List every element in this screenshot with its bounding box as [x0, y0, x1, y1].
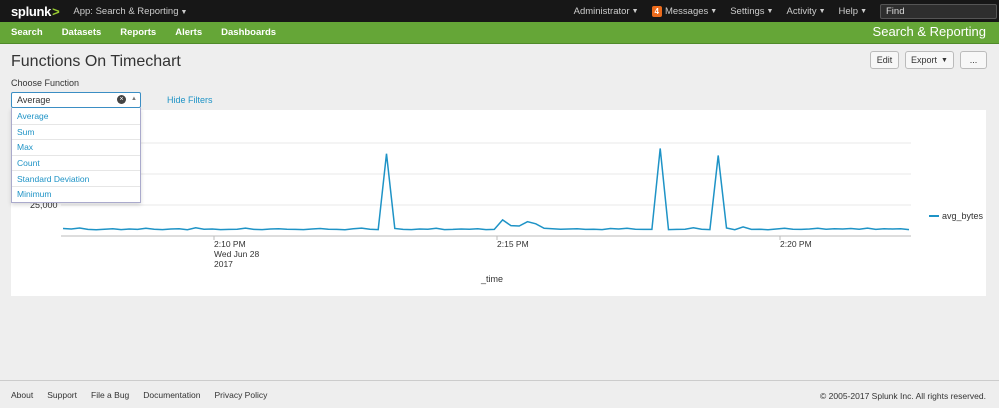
x-tick-label: 2:15 PM: [497, 239, 529, 249]
nav-alerts[interactable]: Alerts: [175, 27, 202, 38]
hide-filters-link[interactable]: Hide Filters: [167, 95, 213, 105]
x-axis-label: _time: [480, 274, 503, 284]
function-dropdown[interactable]: Average × ▲ Average Sum Max Count Standa…: [11, 92, 141, 203]
top-bar: splunk> App: Search & Reporting ▼ Adminis…: [0, 0, 999, 22]
messages-menu[interactable]: 4 Messages ▼: [651, 5, 718, 17]
x-tick-label: 2:20 PM: [780, 239, 812, 249]
nav-dashboards[interactable]: Dashboards: [221, 27, 276, 38]
choose-function-label: Choose Function: [11, 78, 80, 88]
series-line-avg-bytes: [62, 148, 910, 231]
clear-icon[interactable]: ×: [117, 95, 126, 104]
app-title: Search & Reporting: [872, 24, 986, 39]
settings-menu[interactable]: Settings ▼: [730, 6, 773, 17]
chevron-down-icon: ▼: [631, 7, 639, 15]
function-options-list: Average Sum Max Count Standard Deviation…: [11, 108, 141, 203]
timechart: 25,000 2:10 PMWed Jun 2820172:15 PM 2:20 …: [30, 142, 984, 284]
footer-link-support[interactable]: Support: [47, 390, 77, 400]
selected-function: Average: [17, 95, 51, 105]
admin-menu[interactable]: Administrator ▼: [574, 6, 639, 17]
edit-button[interactable]: Edit: [870, 51, 899, 69]
app-nav-bar: Search Datasets Reports Alerts Dashboard…: [0, 22, 999, 44]
option-minimum[interactable]: Minimum: [12, 185, 140, 202]
option-sum[interactable]: Sum: [12, 123, 140, 140]
chevron-down-icon: ▼: [710, 7, 718, 15]
copyright: © 2005-2017 Splunk Inc. All rights reser…: [820, 391, 986, 401]
x-ticks: 2:10 PMWed Jun 282017 2:15 PM 2:20 PM: [213, 236, 812, 269]
chevron-down-icon: ▼: [180, 8, 188, 16]
function-select[interactable]: Average × ▲: [11, 92, 141, 108]
nav-reports[interactable]: Reports: [120, 27, 156, 38]
export-button[interactable]: Export ▼: [905, 51, 954, 69]
footer-link-privacy-policy[interactable]: Privacy Policy: [214, 390, 267, 400]
activity-menu[interactable]: Activity ▼: [786, 6, 825, 17]
footer-link-documentation[interactable]: Documentation: [143, 390, 200, 400]
chevron-down-icon: ▼: [818, 7, 826, 15]
option-count[interactable]: Count: [12, 154, 140, 171]
splunk-logo[interactable]: splunk>: [11, 4, 60, 19]
chevron-up-icon[interactable]: ▲: [131, 96, 137, 102]
footer: About Support File a Bug Documentation P…: [0, 380, 999, 408]
option-max[interactable]: Max: [12, 139, 140, 155]
messages-count-badge: 4: [651, 5, 662, 17]
page-title: Functions On Timechart: [11, 53, 181, 70]
option-average[interactable]: Average: [12, 108, 140, 124]
app-menu[interactable]: App: Search & Reporting ▼: [73, 6, 187, 17]
find-input[interactable]: Find: [880, 3, 997, 19]
help-menu[interactable]: Help ▼: [839, 6, 867, 17]
chevron-down-icon: ▼: [939, 56, 948, 64]
legend-item-avg-bytes[interactable]: avg_bytes: [942, 211, 984, 221]
footer-link-about[interactable]: About: [11, 390, 33, 400]
nav-datasets[interactable]: Datasets: [62, 27, 102, 38]
x-tick-label: Wed Jun 28: [214, 249, 259, 259]
chevron-down-icon: ▼: [766, 7, 774, 15]
x-tick-label: 2017: [214, 259, 233, 269]
x-tick-label: 2:10 PM: [214, 239, 246, 249]
nav-search[interactable]: Search: [11, 27, 43, 38]
footer-link-file-a-bug[interactable]: File a Bug: [91, 390, 129, 400]
more-actions-button[interactable]: ...: [960, 51, 987, 69]
chart-panel: 25,000 2:10 PM Wed Jun 28 2017 2:15 PM 2:20 …: [11, 110, 986, 296]
option-standard-deviation[interactable]: Standard Deviation: [12, 170, 140, 186]
chevron-down-icon: ▼: [860, 7, 867, 15]
